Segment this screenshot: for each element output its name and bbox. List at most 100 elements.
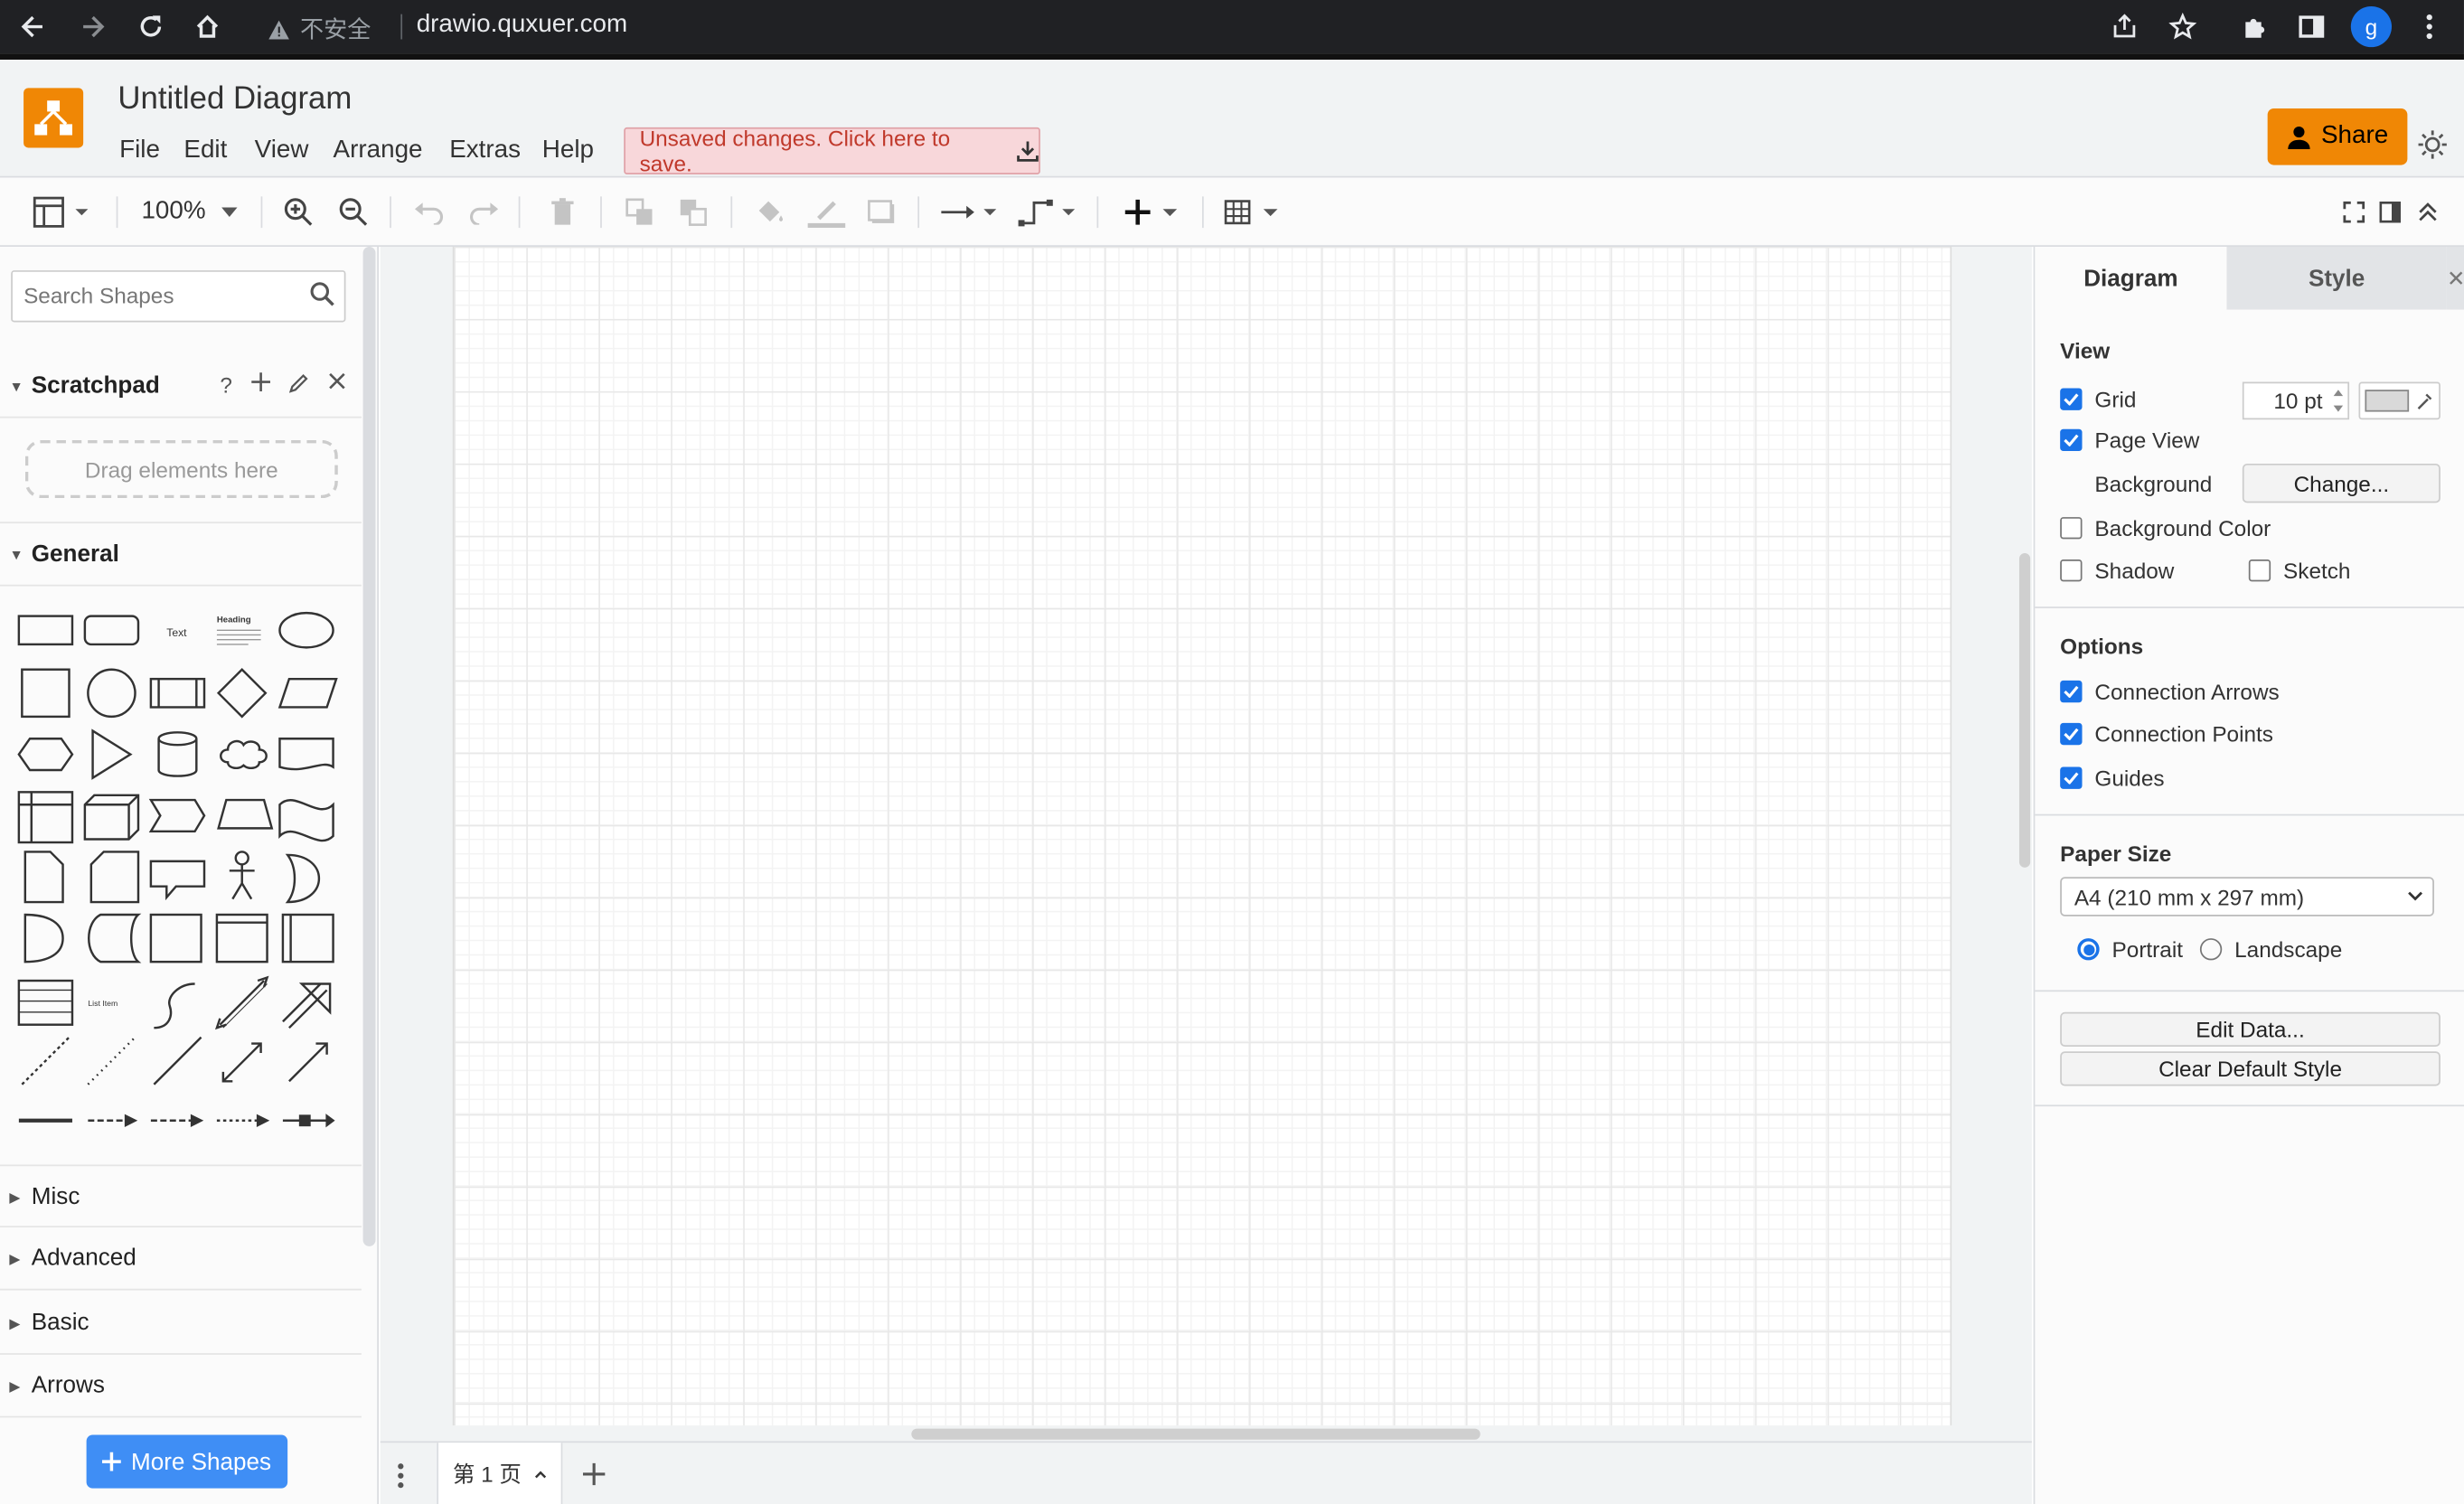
connection-arrows-option[interactable]: Connection Arrows xyxy=(2060,679,2280,704)
connection-points-option[interactable]: Connection Points xyxy=(2060,721,2273,747)
redo-icon[interactable] xyxy=(466,193,501,231)
view-panels-icon[interactable] xyxy=(32,193,95,231)
menu-arrange[interactable]: Arrange xyxy=(334,136,423,164)
tab-style[interactable]: Style xyxy=(2226,246,2447,310)
shape-curve[interactable] xyxy=(154,982,195,1029)
shape-or[interactable] xyxy=(285,853,321,904)
menu-edit[interactable]: Edit xyxy=(183,136,227,164)
grid-size-stepper[interactable] xyxy=(2330,383,2346,418)
waypoints-icon[interactable] xyxy=(1018,193,1078,231)
shape-card[interactable] xyxy=(89,851,140,904)
shape-connector-with-label[interactable] xyxy=(150,1114,204,1127)
background-color-checkbox[interactable] xyxy=(2060,517,2083,540)
shape-list[interactable] xyxy=(17,979,74,1026)
connection-points-checkbox[interactable] xyxy=(2060,722,2083,746)
shape-vertical-container[interactable] xyxy=(281,913,334,964)
tab-diagram[interactable]: Diagram xyxy=(2035,246,2227,310)
portrait-radio[interactable] xyxy=(2077,938,2100,961)
theme-toggle-icon[interactable] xyxy=(2417,129,2449,161)
add-page-icon[interactable] xyxy=(581,1462,607,1487)
zoom-dropdown[interactable]: 100% xyxy=(141,193,239,231)
edit-data-button[interactable]: Edit Data... xyxy=(2060,1011,2440,1048)
unsaved-changes-button[interactable]: Unsaved changes. Click here to save. xyxy=(624,126,1040,176)
shape-line[interactable] xyxy=(153,1036,202,1086)
forward-icon[interactable] xyxy=(75,9,109,43)
diagram-title[interactable]: Untitled Diagram xyxy=(118,81,352,118)
shape-arrow[interactable] xyxy=(282,982,332,1029)
guides-checkbox[interactable] xyxy=(2060,766,2083,789)
section-basic[interactable]: ▶ Basic xyxy=(0,1292,362,1355)
shape-text[interactable]: Text xyxy=(166,626,187,639)
add-icon[interactable] xyxy=(250,372,270,398)
section-misc[interactable]: ▶ Misc xyxy=(0,1164,362,1228)
browser-menu-icon[interactable] xyxy=(2412,9,2447,43)
shape-cube[interactable] xyxy=(83,794,140,841)
shape-hexagon[interactable] xyxy=(17,738,74,772)
line-color-icon[interactable] xyxy=(806,193,847,231)
shadow-checkbox[interactable] xyxy=(2060,559,2083,582)
shape-step[interactable] xyxy=(148,798,206,833)
zoom-out-icon[interactable] xyxy=(336,193,371,231)
page-tab[interactable]: 第 1 页 xyxy=(437,1443,563,1504)
shape-rectangle[interactable] xyxy=(17,615,74,646)
profile-avatar[interactable]: g xyxy=(2350,5,2392,48)
search-icon[interactable] xyxy=(309,281,334,306)
connection-style-icon[interactable] xyxy=(940,193,1000,231)
clear-default-style-button[interactable]: Clear Default Style xyxy=(2060,1051,2440,1086)
scratchpad-help-icon[interactable]: ? xyxy=(220,372,232,398)
shape-internal-storage[interactable] xyxy=(17,791,74,844)
delete-icon[interactable] xyxy=(545,193,579,231)
menu-file[interactable]: File xyxy=(119,136,160,164)
share-button[interactable]: Share xyxy=(2267,108,2408,165)
sidebar-scrollbar[interactable] xyxy=(362,246,376,1246)
shape-triangle[interactable] xyxy=(91,728,133,780)
close-panel-icon[interactable]: ✕ xyxy=(2446,246,2464,310)
shape-textbox[interactable]: Heading xyxy=(217,616,261,645)
portrait-option[interactable]: Portrait xyxy=(2077,936,2183,962)
vertical-scrollbar[interactable] xyxy=(2018,553,2031,868)
shape-callout[interactable] xyxy=(149,860,206,901)
landscape-radio[interactable] xyxy=(2199,938,2223,961)
shape-dashed-line[interactable] xyxy=(21,1036,71,1086)
table-icon[interactable] xyxy=(1223,193,1283,231)
paper-size-select[interactable]: A4 (210 mm x 297 mm) xyxy=(2060,877,2434,916)
shape-diamond[interactable] xyxy=(216,668,268,719)
to-back-icon[interactable] xyxy=(676,193,710,231)
undo-icon[interactable] xyxy=(411,193,446,231)
section-arrows[interactable]: ▶ Arrows xyxy=(0,1355,362,1418)
address-bar[interactable]: drawio.quxuer.com xyxy=(417,11,627,39)
shape-directional-connector[interactable] xyxy=(288,1042,328,1083)
sketch-option[interactable]: Sketch xyxy=(2248,558,2350,583)
security-indicator[interactable]: 不安全 xyxy=(268,13,371,46)
page-menu-icon[interactable] xyxy=(396,1462,405,1490)
insert-plus-icon[interactable] xyxy=(1122,193,1181,231)
section-advanced[interactable]: ▶ Advanced xyxy=(0,1227,362,1291)
horizontal-scrollbar[interactable] xyxy=(911,1428,1481,1440)
back-icon[interactable] xyxy=(15,9,50,43)
shape-actor[interactable] xyxy=(229,851,255,900)
connection-arrows-checkbox[interactable] xyxy=(2060,680,2083,703)
shape-tape[interactable] xyxy=(278,799,334,842)
sketch-checkbox[interactable] xyxy=(2248,559,2271,582)
shape-document[interactable] xyxy=(278,738,334,771)
menu-help[interactable]: Help xyxy=(542,136,594,164)
search-shapes-input[interactable]: Search Shapes xyxy=(11,270,346,323)
shape-dotted-line[interactable] xyxy=(87,1036,136,1086)
shape-square[interactable] xyxy=(21,668,71,719)
menu-view[interactable]: View xyxy=(255,136,309,164)
share-page-icon[interactable] xyxy=(2107,9,2141,43)
home-icon[interactable] xyxy=(190,9,224,43)
shape-ellipse[interactable] xyxy=(278,611,334,649)
extensions-icon[interactable] xyxy=(2238,9,2272,43)
side-panel-icon[interactable] xyxy=(2294,9,2328,43)
shape-bidirectional-arrow[interactable] xyxy=(214,975,269,1030)
shape-cloud[interactable] xyxy=(220,739,268,770)
menu-extras[interactable]: Extras xyxy=(449,136,521,164)
page-view-checkbox[interactable] xyxy=(2060,428,2083,452)
grid-color-button[interactable] xyxy=(2358,381,2440,420)
diagram-page[interactable] xyxy=(452,246,1952,1426)
shape-edge-label-connector[interactable] xyxy=(88,1114,138,1127)
change-background-button[interactable]: Change... xyxy=(2242,463,2440,503)
shape-connector-with-2-labels[interactable] xyxy=(216,1114,270,1127)
shape-rounded-rectangle[interactable] xyxy=(83,615,140,646)
